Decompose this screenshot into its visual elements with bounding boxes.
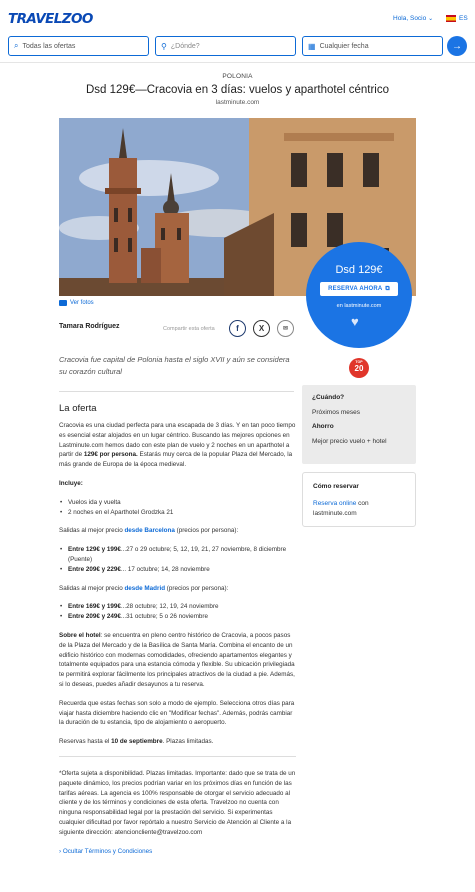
search-bar: ⌕ Todas las ofertas ⚲ ¿Dónde? ▦ Cualquie… (0, 34, 475, 62)
list-item: Entre 169€ y 199€...28 octubre; 12, 19, … (59, 602, 296, 612)
how-to-book-text: Reserva online con lastminute.com (313, 500, 369, 517)
when-label: ¿Cuándo? (312, 394, 345, 401)
facebook-share-icon[interactable]: f (229, 320, 246, 337)
includes-label: Incluye: (59, 479, 83, 487)
intro-divider (59, 391, 294, 392)
includes-list: Vuelos ida y vuelta 2 noches en el Apart… (59, 498, 296, 518)
barcelona-departures: Salidas al mejor precio desde Barcelona … (59, 527, 239, 535)
heart-icon[interactable]: ♥ (351, 314, 359, 329)
account-menu[interactable]: Hola, Socio ⌄ (393, 15, 433, 22)
view-photos-label: Ver fotos (70, 300, 94, 306)
top20-small-label: TOP (355, 360, 363, 364)
view-photos-link[interactable]: Ver fotos (59, 300, 94, 306)
search-submit-button[interactable]: → (447, 36, 467, 56)
header-divider (0, 62, 475, 63)
greeting-label: Hola, Socio (393, 15, 427, 22)
deal-price: Dsd 129€ (335, 264, 383, 276)
share-label: Compartir esta oferta (163, 326, 215, 332)
spain-flag-icon[interactable] (446, 15, 456, 22)
price-badge: Dsd 129€ RESERVA AHORA ⧉ en lastminute.c… (306, 242, 412, 348)
arrow-right-icon: → (452, 40, 462, 52)
disclaimer: *Oferta sujeta a disponibilidad. Plazas … (59, 769, 296, 836)
book-now-button[interactable]: RESERVA AHORA ⧉ (320, 282, 398, 296)
author-name: Tamara Rodríguez (59, 323, 120, 330)
top20-number: 20 (354, 363, 364, 373)
offer-body: Cracovia es una ciudad perfecta para una… (59, 421, 296, 865)
deal-provider: lastminute.com (215, 99, 260, 106)
terms-divider (59, 755, 296, 757)
barcelona-prices: Entre 129€ y 199€...27 o 29 octubre; 5, … (59, 545, 296, 574)
how-to-book-card: Cómo reservar Reserva online con lastmin… (302, 472, 416, 527)
madrid-departures: Salidas al mejor precio desde Madrid (pr… (59, 584, 229, 592)
booking-deadline: Reservas hasta el 10 de septiembre. Plaz… (59, 738, 214, 746)
book-online-link[interactable]: Reserva online (313, 500, 356, 507)
deal-intro: Cracovia fue capital de Polonia hasta el… (59, 355, 290, 376)
camera-icon (59, 300, 67, 306)
when-value: Próximos meses (312, 409, 361, 416)
deal-country: POLONIA (222, 73, 253, 80)
how-to-book-label: Cómo reservar (313, 483, 359, 490)
deal-title: Dsd 129€—Cracovia en 3 días: vuelos y ap… (86, 84, 389, 96)
list-item: 2 noches en el Aparthotel Grodzka 21 (59, 508, 296, 518)
offers-dropdown-label: Todas las ofertas (22, 42, 76, 50)
offer-heading: La oferta (59, 403, 97, 414)
madrid-prices: Entre 169€ y 199€...28 octubre; 12, 19, … (59, 602, 296, 622)
list-item: Entre 209€ y 249€...31 octubre; 5 o 26 n… (59, 612, 296, 622)
offers-dropdown[interactable]: ⌕ Todas las ofertas (8, 36, 149, 56)
top20-badge: TOP 20 (349, 358, 369, 378)
language-selector[interactable]: ES (459, 15, 468, 22)
hide-terms-link[interactable]: › Ocultar Términos y Condiciones (59, 847, 296, 857)
madrid-link[interactable]: desde Madrid (124, 585, 165, 592)
book-now-label: RESERVA AHORA (328, 286, 383, 292)
external-link-icon: ⧉ (385, 285, 390, 292)
destination-input[interactable]: ⚲ ¿Dónde? (155, 36, 296, 56)
top-bar: TRAVELZOO Hola, Socio ⌄ ES (0, 0, 475, 32)
search-icon: ⌕ (14, 41, 19, 50)
savings-value: Mejor precio vuelo + hotel (312, 438, 387, 445)
chevron-down-icon: ⌄ (428, 16, 434, 22)
x-share-icon[interactable]: X (253, 320, 270, 337)
location-pin-icon: ⚲ (161, 41, 167, 51)
list-item: Entre 129€ y 199€...27 o 29 octubre; 5, … (59, 545, 296, 565)
cta-provider: en lastminute.com (336, 303, 382, 309)
hotel-description: Sobre el hotel: se encuentra en pleno ce… (59, 631, 295, 688)
list-item: Vuelos ida y vuelta (59, 498, 296, 508)
calendar-icon: ▦ (308, 41, 316, 51)
list-item: Entre 209€ y 229€... 17 octubre; 14, 28 … (59, 565, 296, 575)
travelzoo-logo[interactable]: TRAVELZOO (8, 11, 93, 27)
savings-label: Ahorro (312, 423, 334, 430)
offer-paragraph: Cracovia es una ciudad perfecta para una… (59, 422, 296, 469)
email-share-icon[interactable]: ✉ (277, 320, 294, 337)
dates-reminder: Recuerda que estas fechas son solo a mod… (59, 699, 295, 727)
date-selector-label: Cualquier fecha (319, 42, 369, 50)
deal-summary-card: ¿Cuándo? Próximos meses Ahorro Mejor pre… (302, 385, 416, 464)
date-selector[interactable]: ▦ Cualquier fecha (302, 36, 443, 56)
barcelona-link[interactable]: desde Barcelona (124, 527, 174, 534)
destination-placeholder: ¿Dónde? (170, 42, 200, 50)
